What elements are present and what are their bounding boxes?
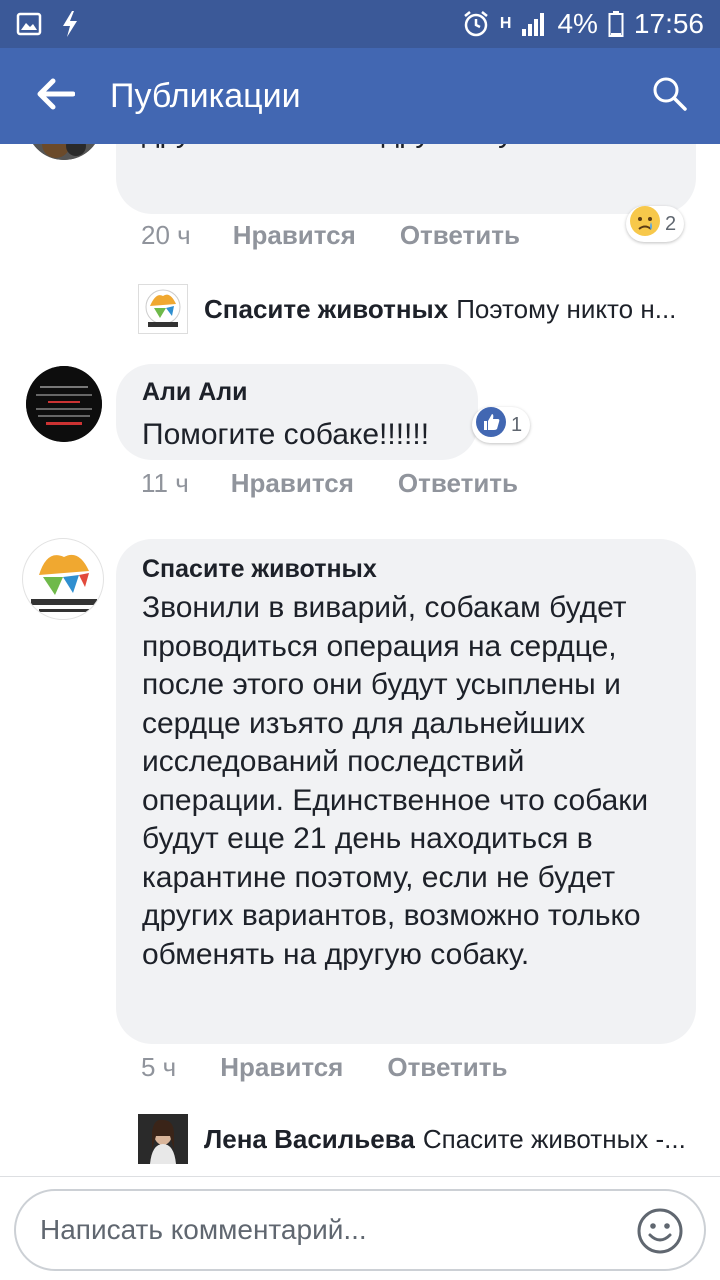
comment-bubble[interactable]: Спасите животных Звонили в виварий, соба… [116,539,696,1044]
comment-meta: 5 ч Нравится Ответить [141,1052,508,1083]
status-bar: H 4% 17:56 [0,0,720,48]
comment-composer [0,1176,720,1280]
reply-button[interactable]: Ответить [400,220,520,251]
reply-snippet: Поэтому никто н... [456,293,677,324]
comment-text: Звонили в виварий, собакам будет проводи… [142,591,649,971]
back-button[interactable] [0,48,110,144]
comment-text: Помогите собаке!!!!!! [142,418,430,451]
gallery-icon [16,12,42,36]
reaction-count[interactable]: 2 [626,205,685,243]
reaction-number: 2 [665,212,677,235]
like-button[interactable]: Нравится [220,1052,343,1083]
avatar[interactable] [26,144,102,160]
battery-icon [608,10,624,38]
like-icon [475,406,507,444]
comment-input[interactable] [14,1189,706,1271]
comment-meta: 20 ч Нравится Ответить [141,220,520,251]
reaction-number: 1 [511,413,523,436]
avatar[interactable] [22,538,104,620]
emoji-icon[interactable] [636,1207,684,1255]
avatar[interactable] [26,366,102,442]
flash-icon [60,10,80,38]
reply-snippet: Спасите животных -... [422,1123,686,1154]
comments-feed[interactable]: не понимаю этих выкупить на других??? А … [0,144,720,1176]
comment-bubble[interactable]: не понимаю этих выкупить на других??? А … [116,144,696,214]
search-button[interactable] [620,48,720,144]
sad-face-icon [629,205,661,243]
reply-button[interactable]: Ответить [398,468,518,499]
network-type: H [499,15,512,32]
comment-bubble[interactable]: Али Али Помогите собаке!!!!!! [116,364,478,460]
reply-preview[interactable]: Лена Васильева Спасите животных -... [138,1114,686,1164]
alarm-icon [462,10,490,38]
comment-time: 20 ч [141,220,191,250]
arrow-back-icon [35,78,76,115]
comment-author: Али Али [142,378,248,406]
comment-time: 11 ч [141,468,189,498]
page-title: Публикации [110,76,301,115]
like-button[interactable]: Нравится [233,220,356,251]
reply-preview[interactable]: Спасите животных Поэтому никто н... [138,284,676,334]
search-icon [652,76,688,117]
avatar [138,1114,188,1164]
comment-time: 5 ч [141,1052,177,1082]
reply-button[interactable]: Ответить [387,1052,507,1083]
clock: 17:56 [633,8,704,39]
comment-text: не понимаю этих выкупить на других??? А … [142,144,682,152]
battery-percent: 4% [557,8,598,39]
like-button[interactable]: Нравится [231,468,354,499]
app-bar: Публикации [0,48,720,144]
comment-meta: 11 ч Нравится Ответить [141,468,518,499]
reply-author: Спасите животных [204,293,449,324]
reaction-count[interactable]: 1 [472,406,531,444]
avatar [138,284,188,334]
signal-icon [521,11,547,37]
comment-author: Спасите животных [142,555,377,583]
reply-author: Лена Васильева [204,1123,415,1154]
